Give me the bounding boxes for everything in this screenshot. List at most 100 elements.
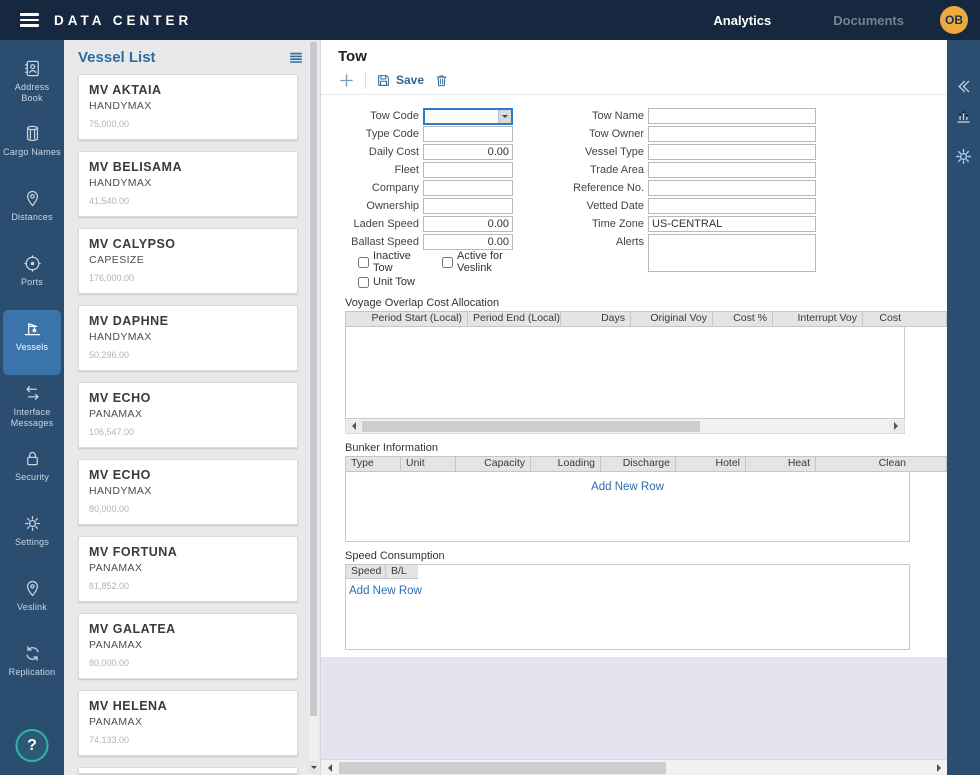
- column-header: Period End (Local): [468, 312, 561, 326]
- field-label: Daily Cost: [338, 146, 423, 158]
- add-new-row-link[interactable]: Add New Row: [349, 585, 422, 597]
- collapse-panel-icon[interactable]: [955, 78, 972, 95]
- scroll-left-arrow[interactable]: [321, 760, 337, 775]
- daily-cost-input[interactable]: [423, 144, 513, 160]
- gear-icon[interactable]: [954, 138, 973, 166]
- checkbox[interactable]: [358, 257, 369, 268]
- voyage-horizontal-scrollbar[interactable]: [345, 419, 905, 434]
- sidebar-item-interface-messages[interactable]: Interface Messages: [3, 375, 61, 440]
- list-item[interactable]: MV BELISAMA HANDYMAX 41,540.00: [78, 151, 298, 217]
- vessel-type-input[interactable]: [648, 144, 816, 160]
- field-label: Time Zone: [520, 218, 648, 230]
- sidebar: Address Book Cargo Names Distances Ports…: [0, 40, 64, 775]
- delete-button[interactable]: [434, 73, 449, 88]
- scrollbar-thumb[interactable]: [310, 42, 317, 716]
- alerts-textarea[interactable]: [648, 234, 816, 272]
- list-item[interactable]: MV ECHO PANAMAX 106,547.00: [78, 382, 298, 448]
- field-label: Ballast Speed: [338, 236, 423, 248]
- inactive-tow-checkbox[interactable]: Inactive Tow: [358, 250, 416, 274]
- location-pin-icon: [23, 579, 42, 598]
- sidebar-item-replication[interactable]: Replication: [3, 635, 61, 700]
- tow-panel: Tow Save: [321, 40, 947, 775]
- cargo-drum-icon: [23, 124, 42, 143]
- time-zone-input[interactable]: [648, 216, 816, 232]
- checkbox[interactable]: [442, 257, 453, 268]
- field-label: Alerts: [520, 234, 648, 248]
- ballast-speed-input[interactable]: [423, 234, 513, 250]
- sidebar-item-vessels[interactable]: Vessels: [3, 310, 61, 375]
- ownership-input[interactable]: [423, 198, 513, 214]
- page-title: Tow: [338, 48, 947, 65]
- list-item[interactable]: MV AKTAIA HANDYMAX 75,000.00: [78, 74, 298, 140]
- list-icon[interactable]: [288, 50, 304, 66]
- sidebar-item-address-book[interactable]: Address Book: [3, 50, 61, 115]
- column-header: Loading: [531, 457, 601, 471]
- add-button[interactable]: [338, 72, 355, 89]
- lock-icon: [23, 449, 42, 468]
- topbar: DATA CENTER Analytics Documents OB: [0, 0, 980, 40]
- address-book-icon: [23, 59, 42, 78]
- nav-documents[interactable]: Documents: [833, 13, 904, 28]
- scroll-down-arrow[interactable]: [309, 761, 318, 774]
- scroll-right-arrow[interactable]: [931, 760, 947, 775]
- main-horizontal-scrollbar[interactable]: [321, 759, 947, 775]
- list-item[interactable]: MV ECHO HANDYMAX 80,000.00: [78, 459, 298, 525]
- trade-area-input[interactable]: [648, 162, 816, 178]
- bunker-table-header: Type Unit Capacity Loading Discharge Hot…: [345, 456, 947, 472]
- help-button[interactable]: ?: [16, 729, 49, 762]
- laden-speed-input[interactable]: [423, 216, 513, 232]
- sidebar-item-ports[interactable]: Ports: [3, 245, 61, 310]
- scrollbar-thumb[interactable]: [362, 421, 700, 432]
- column-header: Discharge: [601, 457, 676, 471]
- column-header: Original Voy: [631, 312, 713, 326]
- list-item[interactable]: MV FORTUNA PANAMAX 81,852.00: [78, 536, 298, 602]
- avatar[interactable]: OB: [940, 6, 968, 34]
- sidebar-item-cargo-names[interactable]: Cargo Names: [3, 115, 61, 180]
- field-label: Tow Name: [520, 110, 648, 122]
- tow-code-select[interactable]: [423, 108, 513, 125]
- toolbar: Save: [321, 65, 947, 95]
- sidebar-item-distances[interactable]: Distances: [3, 180, 61, 245]
- column-header: Unit: [401, 457, 456, 471]
- scroll-left-arrow[interactable]: [346, 420, 361, 433]
- menu-icon[interactable]: [20, 13, 39, 27]
- list-item[interactable]: [78, 767, 298, 774]
- scrollbar-thumb[interactable]: [339, 762, 666, 774]
- bunker-title: Bunker Information: [345, 442, 947, 454]
- reference-no-input[interactable]: [648, 180, 816, 196]
- list-item[interactable]: MV GALATEA PANAMAX 80,000.00: [78, 613, 298, 679]
- tow-code-input[interactable]: [425, 110, 498, 123]
- field-label: Vessel Type: [520, 146, 648, 158]
- nav-analytics[interactable]: Analytics: [713, 13, 771, 28]
- field-label: Vetted Date: [520, 200, 648, 212]
- chevron-down-icon[interactable]: [498, 110, 511, 123]
- map-pin-icon: [23, 189, 42, 208]
- list-item[interactable]: MV DAPHNE HANDYMAX 50,296.00: [78, 305, 298, 371]
- active-for-veslink-checkbox[interactable]: Active for Veslink: [442, 250, 518, 274]
- scroll-right-arrow[interactable]: [889, 420, 904, 433]
- add-new-row-link[interactable]: Add New Row: [591, 481, 664, 493]
- column-header: Capacity: [456, 457, 531, 471]
- field-label: Reference No.: [520, 182, 648, 194]
- checkbox[interactable]: [358, 277, 369, 288]
- unit-tow-checkbox[interactable]: Unit Tow: [358, 276, 415, 288]
- save-button[interactable]: Save: [376, 73, 424, 88]
- vessel-cards: MV AKTAIA HANDYMAX 75,000.00 MV BELISAMA…: [64, 74, 320, 775]
- company-input[interactable]: [423, 180, 513, 196]
- vetted-date-input[interactable]: [648, 198, 816, 214]
- list-item[interactable]: MV CALYPSO CAPESIZE 176,000.00: [78, 228, 298, 294]
- tow-owner-input[interactable]: [648, 126, 816, 142]
- column-header: Type: [346, 457, 401, 471]
- vessel-list-scrollbar[interactable]: [309, 42, 318, 775]
- list-item[interactable]: MV HELENA PANAMAX 74,133.00: [78, 690, 298, 756]
- exchange-arrows-icon: [23, 384, 42, 403]
- analytics-chart-icon[interactable]: [955, 108, 972, 125]
- fleet-input[interactable]: [423, 162, 513, 178]
- sidebar-item-settings[interactable]: Settings: [3, 505, 61, 570]
- sidebar-item-veslink[interactable]: Veslink: [3, 570, 61, 635]
- type-code-input[interactable]: [423, 126, 513, 142]
- vessel-list-panel: Vessel List MV AKTAIA HANDYMAX 75,000.00…: [64, 40, 321, 775]
- tow-name-input[interactable]: [648, 108, 816, 124]
- field-label: Fleet: [338, 164, 423, 176]
- sidebar-item-security[interactable]: Security: [3, 440, 61, 505]
